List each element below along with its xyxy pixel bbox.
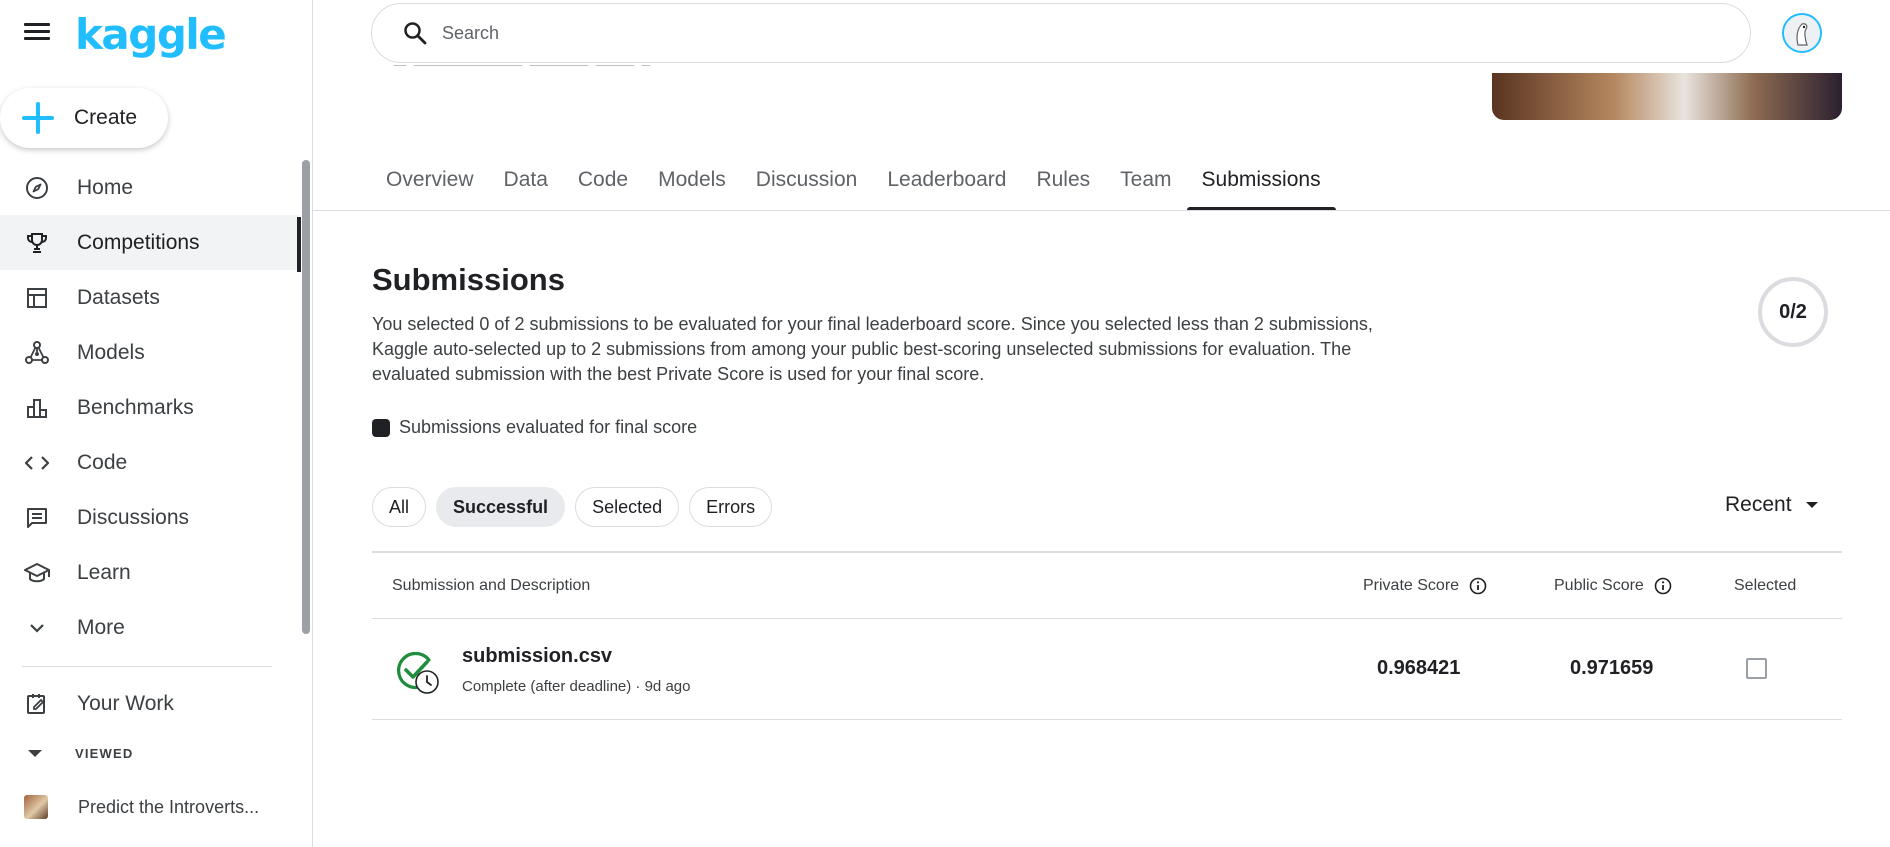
sidebar-item-competitions[interactable]: Competitions xyxy=(0,215,300,270)
table-header: Submission and Description Private Score… xyxy=(372,553,1842,619)
viewed-label: VIEWED xyxy=(75,746,134,761)
sidebar-item-your-work[interactable]: Your Work xyxy=(0,676,300,731)
tab-rules[interactable]: Rules xyxy=(1021,148,1105,211)
comment-icon xyxy=(24,505,50,531)
final-score-legend: Submissions evaluated for final score xyxy=(372,417,697,438)
submissions-description: You selected 0 of 2 submissions to be ev… xyxy=(372,314,1373,384)
sidebar-item-models[interactable]: Models xyxy=(0,325,300,380)
sidebar-item-datasets[interactable]: Datasets xyxy=(0,270,300,325)
sidebar-item-label: Your Work xyxy=(77,691,174,715)
compass-icon xyxy=(24,175,50,201)
header-public-label: Public Score xyxy=(1554,576,1644,594)
sidebar-item-label: Competitions xyxy=(77,230,200,254)
sort-label: Recent xyxy=(1725,493,1792,516)
sort-dropdown[interactable]: Recent xyxy=(1725,493,1818,517)
tab-models[interactable]: Models xyxy=(643,148,741,211)
tab-data[interactable]: Data xyxy=(489,148,563,211)
sidebar-item-more[interactable]: More xyxy=(0,600,300,655)
header-submission: Submission and Description xyxy=(392,576,591,594)
legend-swatch xyxy=(372,418,390,437)
recent-item[interactable]: Predict the Introverts... xyxy=(0,790,300,824)
submission-meta: Complete (after deadline) · 9d ago xyxy=(462,678,691,695)
table-row: submission.csv Complete (after deadline)… xyxy=(372,619,1842,720)
submission-filename[interactable]: submission.csv xyxy=(462,645,612,668)
sidebar-item-discussions[interactable]: Discussions xyxy=(0,490,300,545)
info-icon[interactable] xyxy=(1469,577,1487,595)
sidebar: kaggle Create Home Competitions Datasets xyxy=(0,0,313,847)
header-private-label: Private Score xyxy=(1363,576,1460,594)
avatar[interactable] xyxy=(1782,13,1822,53)
table-icon xyxy=(24,285,50,311)
sidebar-item-label: Code xyxy=(77,450,128,474)
competition-tabs: Overview Data Code Models Discussion Lea… xyxy=(371,148,1336,211)
sidebar-scrollbar[interactable] xyxy=(302,160,310,634)
header-selected: Selected xyxy=(1734,576,1797,594)
tabs-divider xyxy=(313,210,1890,211)
active-indicator xyxy=(297,217,301,272)
header-private-score[interactable]: Private Score xyxy=(1363,577,1487,595)
sidebar-item-label: Datasets xyxy=(77,285,160,309)
create-button-label: Create xyxy=(74,106,138,129)
tab-code[interactable]: Code xyxy=(563,148,643,211)
competition-thumbnail xyxy=(24,795,48,819)
bar-chart-icon xyxy=(24,395,50,421)
filter-errors[interactable]: Errors xyxy=(689,487,773,527)
menu-icon[interactable] xyxy=(24,23,50,43)
legend-label: Submissions evaluated for final score xyxy=(399,417,698,437)
create-button[interactable]: Create xyxy=(0,88,168,148)
page-title: Submissions xyxy=(372,262,565,297)
caret-down-icon xyxy=(1805,502,1818,508)
trophy-icon xyxy=(24,230,50,256)
sidebar-item-label: Discussions xyxy=(77,505,190,529)
filter-successful[interactable]: Successful xyxy=(436,487,566,527)
sidebar-item-label: More xyxy=(77,615,125,639)
sidebar-nav: Home Competitions Datasets Models Benchm… xyxy=(0,160,300,655)
selection-counter: 0/2 xyxy=(1758,277,1828,347)
filter-chips: All Successful Selected Errors xyxy=(372,487,782,527)
tab-team[interactable]: Team xyxy=(1105,148,1186,211)
success-pending-icon xyxy=(394,649,439,694)
plus-icon xyxy=(20,100,56,136)
selected-checkbox[interactable] xyxy=(1746,658,1767,679)
sidebar-item-code[interactable]: Code xyxy=(0,435,300,490)
tab-leaderboard[interactable]: Leaderboard xyxy=(872,148,1021,211)
tab-discussion[interactable]: Discussion xyxy=(741,148,873,211)
tab-submissions[interactable]: Submissions xyxy=(1186,148,1336,211)
sidebar-item-learn[interactable]: Learn xyxy=(0,545,300,600)
sidebar-item-label: Home xyxy=(77,175,134,199)
sidebar-item-label: Benchmarks xyxy=(77,395,194,419)
tab-overview[interactable]: Overview xyxy=(371,148,489,211)
chevron-down-icon xyxy=(24,615,50,641)
info-icon[interactable] xyxy=(1654,577,1672,595)
private-score: 0.968421 xyxy=(1377,657,1461,679)
sidebar-item-benchmarks[interactable]: Benchmarks xyxy=(0,380,300,435)
submissions-table: Submission and Description Private Score… xyxy=(372,551,1842,720)
search-icon xyxy=(402,20,428,46)
search-bar[interactable]: Search xyxy=(371,3,1751,63)
caret-down-icon xyxy=(28,750,42,757)
sidebar-item-label: Models xyxy=(77,340,145,364)
header-public-score[interactable]: Public Score xyxy=(1554,577,1672,595)
code-icon xyxy=(24,450,50,476)
sidebar-divider xyxy=(22,666,272,667)
competition-banner xyxy=(1492,73,1842,120)
graduation-cap-icon xyxy=(24,560,50,586)
public-score: 0.971659 xyxy=(1570,657,1654,679)
kaggle-logo[interactable]: kaggle xyxy=(75,10,227,59)
models-icon xyxy=(24,340,50,366)
edit-note-icon xyxy=(24,691,50,717)
search-placeholder: Search xyxy=(442,22,500,43)
sidebar-item-home[interactable]: Home xyxy=(0,160,300,215)
filter-all[interactable]: All xyxy=(372,487,427,527)
recent-item-label: Predict the Introverts... xyxy=(78,796,260,817)
filter-selected[interactable]: Selected xyxy=(575,487,680,527)
sidebar-item-label: Learn xyxy=(77,560,131,584)
viewed-toggle[interactable]: VIEWED xyxy=(24,746,133,761)
